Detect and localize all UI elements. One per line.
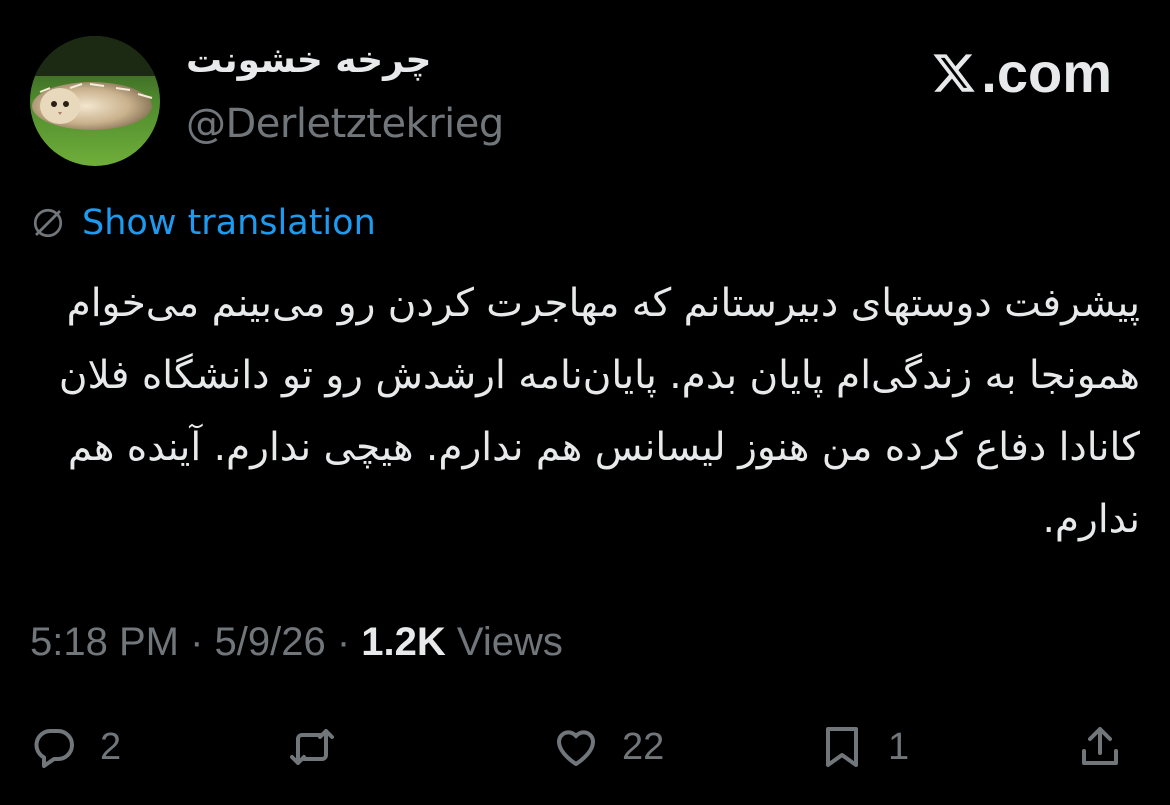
x-logo-icon [933,53,976,92]
user-handle[interactable]: @Derletztekrieg [186,101,504,147]
repost-icon [290,729,334,765]
share-button[interactable] [1076,712,1124,782]
repost-button[interactable] [288,712,358,782]
brand-domain: .com [981,41,1112,104]
display-name[interactable]: چرخه خشونت [186,40,431,81]
tweet-meta: 5:18 PM · 5/9/26 · 1.2K Views [30,620,563,665]
tweet-text: پیشرفت دوستهای دبیرستانم که مهاجرت کردن … [58,281,1140,542]
reply-icon [34,729,74,768]
like-icon [557,730,595,766]
avatar[interactable] [30,36,160,166]
brand-logo: .com [931,40,1112,105]
bookmark-count: 1 [888,725,910,768]
action-bar: 2 22 1 [0,712,1170,782]
meta-separator: · [178,620,215,664]
tweet-time[interactable]: 5:18 PM [30,620,179,664]
show-translation-link[interactable]: Show translation [82,203,376,243]
reply-count: 2 [100,725,122,768]
views-count: 1.2K [361,620,446,664]
bookmark-button[interactable]: 1 [818,712,909,782]
translation-row: Show translation [30,203,376,243]
avatar-image [30,36,160,166]
share-icon [1082,727,1118,765]
bookmark-icon [826,727,858,767]
meta-separator: · [325,620,362,664]
like-count: 22 [622,725,665,768]
views-label: Views [445,620,563,664]
tweet-date[interactable]: 5/9/26 [215,620,326,664]
globe-off-icon [33,208,63,238]
like-button[interactable]: 22 [552,712,664,782]
reply-button[interactable]: 2 [30,712,121,782]
